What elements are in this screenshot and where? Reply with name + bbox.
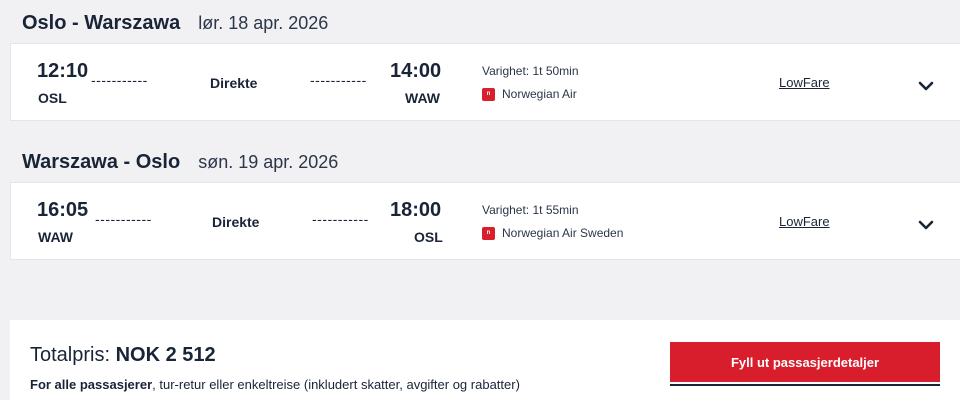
price-note-bold: For alle passasjerer <box>30 377 153 392</box>
flight-card-outbound[interactable]: 12:10 OSL ----------- Direkte ----------… <box>10 43 960 121</box>
arrival-airport-code: OSL <box>414 229 443 245</box>
price-note: For alle passasjerer, tur-retur eller en… <box>30 377 520 392</box>
arrival-time: 14:00 <box>390 60 442 82</box>
norwegian-logo-icon: n <box>482 226 495 240</box>
leg-date: søn. 19 apr. 2026 <box>198 152 339 172</box>
leg-date: lør. 18 apr. 2026 <box>198 13 329 33</box>
fare-type-link[interactable]: LowFare <box>779 75 830 90</box>
airline-row: n Norwegian Air <box>482 87 577 101</box>
total-price: Totalpris: NOK 2 512 <box>30 344 216 367</box>
route-line-right: ----------- <box>310 72 367 88</box>
fill-passenger-details-button[interactable]: Fyll ut passasjerdetaljer <box>670 342 940 382</box>
route-line-right: ----------- <box>312 211 369 227</box>
price-note-rest: , tur-retur eller enkeltreise (inkludert… <box>152 377 520 392</box>
norwegian-logo-icon: n <box>482 87 495 101</box>
flight-duration: Varighet: 1t 50min <box>482 64 579 78</box>
route-line-left: ----------- <box>95 211 152 227</box>
departure-airport-code: OSL <box>38 90 67 106</box>
route-line-left: ----------- <box>91 72 148 88</box>
flight-duration: Varighet: 1t 55min <box>482 203 579 217</box>
departure-airport-code: WAW <box>38 229 73 245</box>
button-underline <box>670 384 940 386</box>
leg-header-outbound: Oslo - Warszawa lør. 18 apr. 2026 <box>22 12 328 35</box>
arrival-airport-code: WAW <box>405 90 440 106</box>
chevron-down-icon[interactable] <box>917 77 935 95</box>
fare-type-link[interactable]: LowFare <box>779 214 830 229</box>
chevron-down-icon[interactable] <box>917 216 935 234</box>
airline-name: Norwegian Air <box>502 87 577 101</box>
total-price-value: NOK 2 512 <box>115 344 216 366</box>
airline-row: n Norwegian Air Sweden <box>482 226 623 240</box>
price-summary-footer: Totalpris: NOK 2 512 For alle passasjere… <box>10 320 960 400</box>
arrival-time: 18:00 <box>390 199 442 221</box>
airline-name: Norwegian Air Sweden <box>502 226 624 240</box>
departure-time: 12:10 <box>37 60 89 82</box>
stops-label: Direkte <box>210 75 258 91</box>
leg-route: Oslo - Warszawa <box>22 12 181 34</box>
leg-header-return: Warszawa - Oslo søn. 19 apr. 2026 <box>22 151 338 174</box>
departure-time: 16:05 <box>37 199 89 221</box>
total-price-label: Totalpris: <box>30 344 111 366</box>
stops-label: Direkte <box>212 214 260 230</box>
flight-card-return[interactable]: 16:05 WAW ----------- Direkte ----------… <box>10 182 960 260</box>
leg-route: Warszawa - Oslo <box>22 151 181 173</box>
